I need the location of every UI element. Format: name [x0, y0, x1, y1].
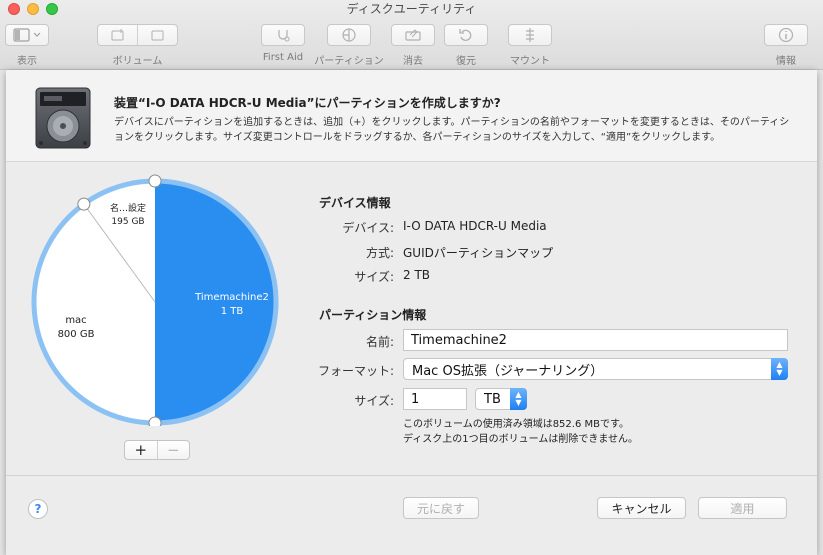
sidebar-icon — [13, 28, 41, 42]
chevron-updown-icon: ▲ ▼ — [771, 358, 788, 380]
partition-name-label: 名前: — [365, 335, 394, 349]
mount-label: マウント — [510, 56, 550, 67]
erase-label: 消去 — [403, 56, 423, 67]
sheet-header: 装置“I-O DATA HDCR-U Media”にパーティションを作成しますか… — [6, 70, 817, 162]
format-label: フォーマット: — [317, 364, 394, 378]
format-popup[interactable]: Mac OS拡張（ジャーナリング） ▲ ▼ — [403, 358, 788, 380]
partition-icon — [342, 28, 356, 42]
note-line-1: このボリュームの使用済み領域は852.6 MBです。 — [403, 419, 629, 430]
partition-name-field[interactable]: Timemachine2 — [403, 329, 788, 351]
first-aid-label: First Aid — [262, 52, 304, 63]
remove-volume-icon[interactable] — [137, 25, 177, 45]
scheme-label: 方式: — [365, 246, 394, 260]
partition-size-label: サイズ: — [354, 394, 394, 408]
partition-sheet: 装置“I-O DATA HDCR-U Media”にパーティションを作成しますか… — [6, 70, 817, 555]
mount-icon — [526, 28, 534, 42]
erase-disk-icon — [405, 29, 421, 41]
info-label: 情報 — [776, 56, 796, 67]
erase-button[interactable] — [391, 24, 435, 46]
note-line-2: ディスク上の1つ目のボリュームは削除できません。 — [403, 434, 639, 445]
sheet-description: デバイスにパーティションを追加するときは、追加（+）をクリックします。パーティシ… — [114, 117, 790, 143]
partition-note: このボリュームの使用済み領域は852.6 MBです。 ディスク上の1つ目のボリュ… — [403, 417, 638, 447]
window-title: ディスクユーティリティ — [346, 2, 477, 16]
add-partition-button[interactable]: + — [125, 441, 157, 459]
external-disk-icon — [35, 87, 91, 149]
disk-utility-window: ディスクユーティリティ 表示 ボリューム First Aid パーティション 消… — [0, 0, 823, 555]
stethoscope-icon — [278, 30, 290, 42]
pie-resize-handle-bottom[interactable] — [148, 416, 162, 426]
device-label: デバイス: — [342, 221, 394, 235]
restore-icon — [459, 29, 472, 41]
apply-button[interactable]: 適用 — [698, 497, 787, 519]
help-button[interactable]: ? — [28, 499, 48, 519]
mount-button[interactable] — [508, 24, 552, 46]
add-volume-icon[interactable] — [98, 25, 137, 45]
revert-button[interactable]: 元に戻す — [403, 497, 479, 519]
view-label: 表示 — [17, 56, 37, 67]
cancel-button[interactable]: キャンセル — [597, 497, 686, 519]
partition-info-title: パーティション情報 — [319, 308, 427, 322]
pie-resize-handle-top[interactable] — [148, 174, 162, 188]
slice-label-mac-size: 800 GB — [58, 329, 95, 340]
slice-label-small-name: 名…設定 — [110, 202, 146, 214]
device-info-title: デバイス情報 — [319, 196, 391, 210]
info-button[interactable] — [764, 24, 808, 46]
partition-size-field[interactable]: 1 — [403, 388, 467, 410]
partition-label: パーティション — [314, 56, 384, 67]
volume-label: ボリューム — [112, 56, 163, 67]
pie-resize-handle-left[interactable] — [77, 197, 91, 211]
partition-add-remove-control: + − — [124, 440, 190, 460]
size-unit-value: TB — [484, 391, 501, 407]
volume-button-group — [97, 24, 178, 46]
device-size-value: 2 TB — [403, 268, 431, 282]
partition-pie-chart[interactable]: Timemachine2 1 TB mac 800 GB 名…設定 195 GB — [30, 174, 282, 426]
slice-label-timemachine2-size: 1 TB — [221, 306, 244, 317]
device-size-label: サイズ: — [354, 270, 394, 284]
remove-partition-button[interactable]: − — [156, 441, 190, 459]
sheet-title: 装置“I-O DATA HDCR-U Media”にパーティションを作成しますか… — [114, 96, 501, 110]
size-unit-popup[interactable]: TB ▲ ▼ — [475, 388, 527, 410]
restore-button[interactable] — [444, 24, 488, 46]
slice-label-timemachine2-name: Timemachine2 — [194, 292, 269, 303]
first-aid-button[interactable] — [261, 24, 305, 46]
scheme-value: GUIDパーティションマップ — [403, 246, 554, 260]
chevron-updown-icon: ▲ ▼ — [510, 388, 527, 410]
view-button[interactable] — [5, 24, 49, 46]
footer-divider — [6, 475, 817, 476]
partition-button[interactable] — [327, 24, 371, 46]
format-value: Mac OS拡張（ジャーナリング） — [412, 363, 604, 379]
slice-label-small-size: 195 GB — [111, 217, 144, 227]
restore-label: 復元 — [456, 56, 476, 67]
slice-label-mac-name: mac — [65, 315, 86, 326]
toolbar: ディスクユーティリティ 表示 ボリューム First Aid パーティション 消… — [0, 0, 823, 70]
device-value: I-O DATA HDCR-U Media — [403, 219, 547, 233]
info-icon — [778, 27, 794, 43]
